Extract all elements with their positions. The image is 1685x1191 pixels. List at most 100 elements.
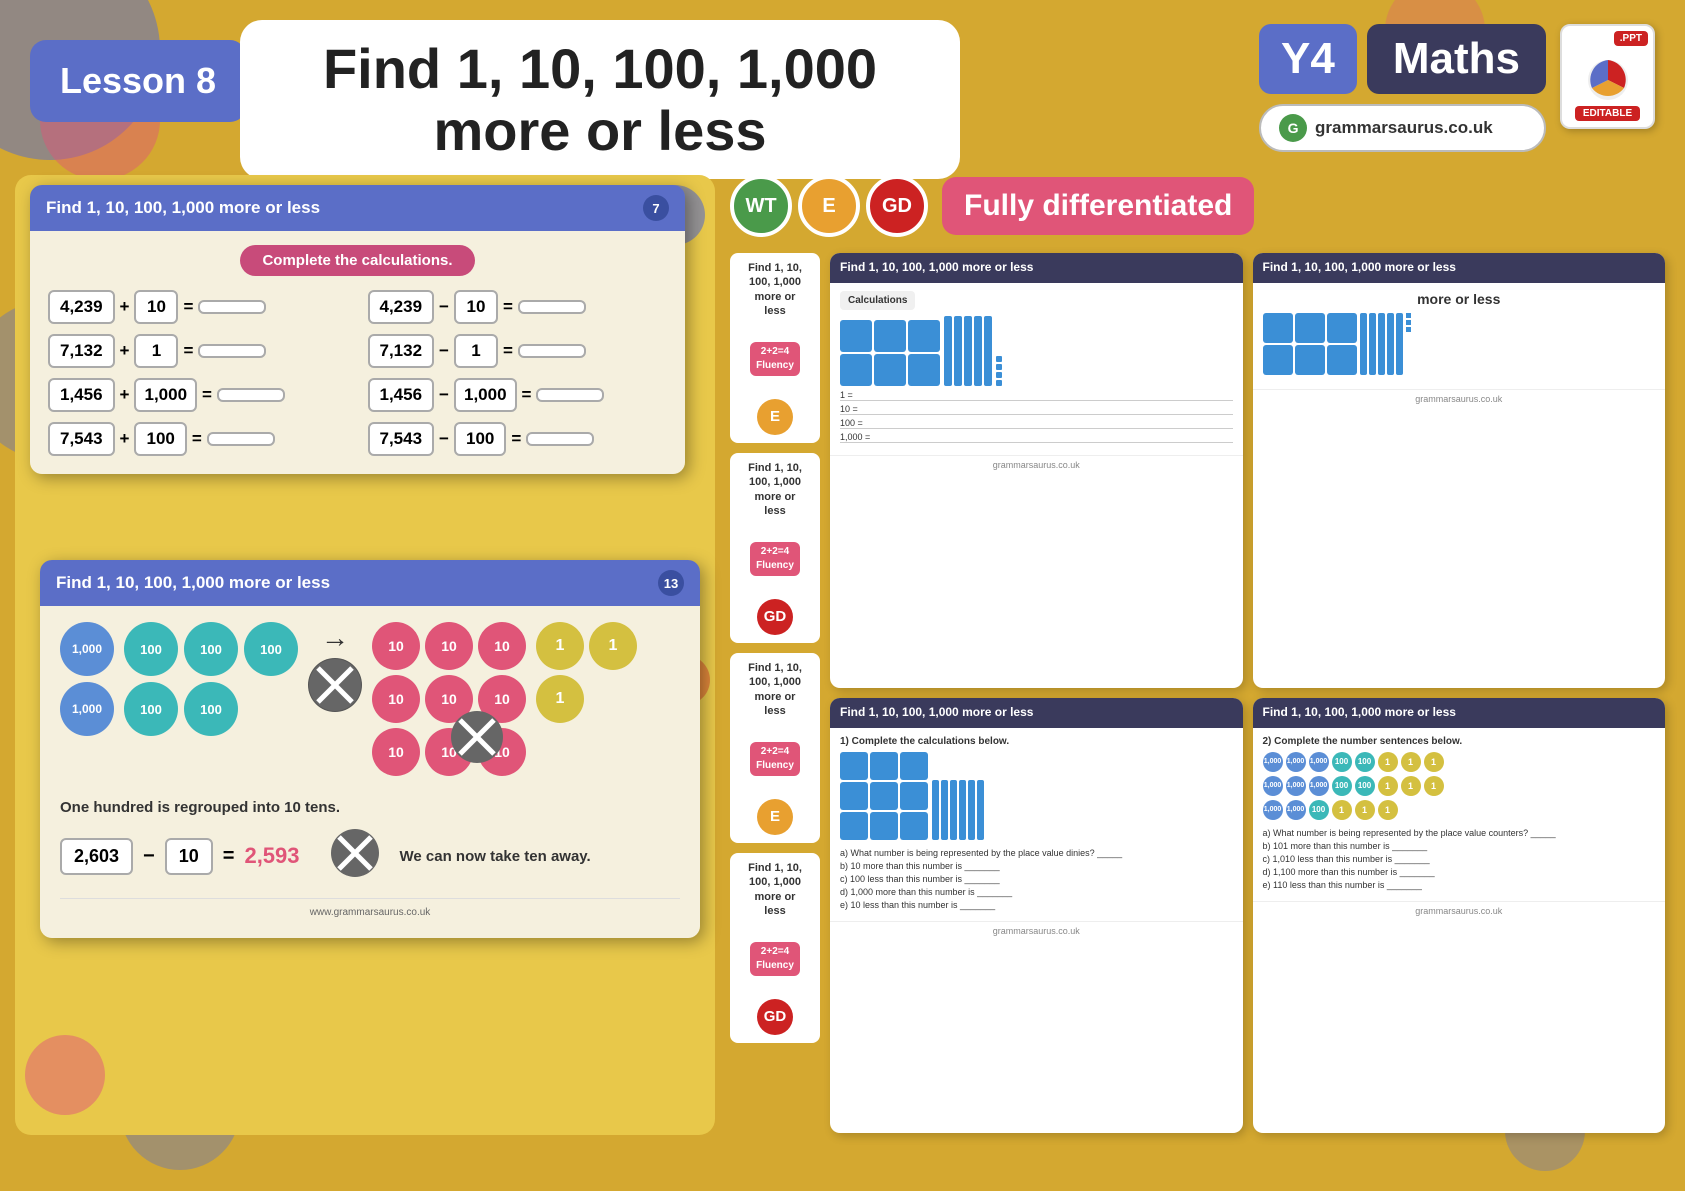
ws3-heading: more or less xyxy=(1263,291,1656,307)
regrouped-text: One hundred is regrouped into 10 tens. xyxy=(60,799,680,816)
year-maths-row: Y4 Maths xyxy=(1259,24,1546,94)
rod5 xyxy=(984,316,992,386)
editable-label: EDITABLE xyxy=(1583,108,1632,119)
ws-card-3-header: Find 1, 10, 100, 1,000 more or less xyxy=(1253,253,1666,283)
ws4-d5: 100 xyxy=(1355,776,1375,796)
cr3r-num: 1,000 xyxy=(454,378,517,412)
bc-val2: 10 xyxy=(165,838,213,875)
ws3-rods xyxy=(1360,313,1403,375)
ppt-tag-text: .PPT xyxy=(1620,33,1642,44)
cr4l-num: 100 xyxy=(134,422,186,456)
ws2-rod4 xyxy=(959,780,966,840)
ws-card-3: Find 1, 10, 100, 1,000 more or less more… xyxy=(1253,253,1666,688)
ws2-rods xyxy=(932,780,984,840)
cr4r-num: 100 xyxy=(454,422,506,456)
take-away-text: We can now take ten away. xyxy=(400,848,591,865)
ws4-q-e: e) 110 less than this number is _______ xyxy=(1263,880,1656,890)
ws-line-1: 1 = xyxy=(840,390,1233,401)
cr1r-num: 10 xyxy=(454,290,498,324)
circle-100-1: 100 xyxy=(124,622,178,676)
ws4-c7: 1 xyxy=(1401,752,1421,772)
ws4-q-b: b) 101 more than this number is _______ xyxy=(1263,841,1656,851)
fully-diff-badge: Fully differentiated xyxy=(942,177,1254,235)
yellow-circles: 1 1 1 xyxy=(536,622,637,723)
bc-result: 2,593 xyxy=(244,843,299,869)
title-text: Find 1, 10, 100, 1,000 more or less xyxy=(280,38,920,161)
ws2-rod1 xyxy=(932,780,939,840)
year-label: Y4 xyxy=(1281,34,1335,83)
slide-1-num-text: 7 xyxy=(652,201,659,216)
slide-2-number: 13 xyxy=(658,570,684,596)
cr1l-eq: = xyxy=(183,297,193,317)
calc-row-4-right: 7,543 − 100 = xyxy=(368,422,668,456)
ppt-tag: .PPT xyxy=(1614,31,1648,46)
bc-result-text: 2,593 xyxy=(244,843,299,868)
ws4-e6: 1 xyxy=(1378,800,1398,820)
circle-1000-1: 1,000 xyxy=(60,622,114,676)
maths-badge: Maths xyxy=(1367,24,1546,94)
slide-deco-2 xyxy=(25,1035,105,1115)
ws-card-2-questions: a) What number is being represented by t… xyxy=(840,848,1233,910)
ws-units xyxy=(996,356,1002,386)
ws4-d7: 1 xyxy=(1401,776,1421,796)
ws-label-3: Find 1, 10,100, 1,000more orless 2+2=4Fl… xyxy=(730,653,820,843)
cr3l-val: 1,456 xyxy=(48,378,115,412)
slide-2-footer: www.grammarsaurus.co.uk xyxy=(60,898,680,918)
lesson-label: Lesson 8 xyxy=(60,60,216,101)
calc-row-2-left: 7,132 + 1 = xyxy=(48,334,348,368)
circle-10-3: 10 xyxy=(478,622,526,670)
title-line1: Find 1, 10, 100, 1,000 xyxy=(323,37,877,100)
circle-10-2: 10 xyxy=(425,622,473,670)
calc-row-2-right: 7,132 − 1 = xyxy=(368,334,668,368)
cr4r-eq: = xyxy=(511,429,521,449)
cr2l-op: + xyxy=(120,341,130,361)
cr3r-ans xyxy=(536,388,604,402)
ws2-bc-row3 xyxy=(840,812,928,840)
ws-card-4-header: Find 1, 10, 100, 1,000 more or less xyxy=(1253,698,1666,728)
take-away-content: We can now take ten away. xyxy=(400,848,591,865)
teal-row-1: 100 100 100 xyxy=(124,622,298,676)
ws-card-2-instruction: 1) Complete the calculations below. xyxy=(840,736,1233,747)
fully-diff-text: Fully differentiated xyxy=(964,189,1232,222)
ws4-c2: 1,000 xyxy=(1286,752,1306,772)
slide-2-title: Find 1, 10, 100, 1,000 more or less xyxy=(56,573,330,593)
ws3-cubes xyxy=(1263,313,1656,375)
ws4-e2: 1,000 xyxy=(1286,800,1306,820)
circle-10-1: 10 xyxy=(372,622,420,670)
big-cube-row-1 xyxy=(840,320,940,352)
ws-card-3-footer: grammarsaurus.co.uk xyxy=(1253,389,1666,410)
ppt-file-wrap: .PPT EDITABLE xyxy=(1560,24,1655,129)
cross-inline-svg xyxy=(330,828,380,878)
crossed-circle xyxy=(308,658,362,712)
maths-label: Maths xyxy=(1393,34,1520,83)
right-header: Y4 Maths G grammarsaurus.co.uk .PPT xyxy=(1259,24,1655,152)
ws3-bc-r1 xyxy=(1263,313,1357,343)
ppt-file-box: .PPT EDITABLE xyxy=(1560,24,1655,129)
ws4-counter-row-2: 1,000 1,000 1,000 100 100 1 1 1 xyxy=(1263,776,1656,796)
ws4-c6: 1 xyxy=(1378,752,1398,772)
ws4-d1: 1,000 xyxy=(1263,776,1283,796)
crossed-x-inline xyxy=(330,828,380,884)
cr1l-op: + xyxy=(120,297,130,317)
ws2-rod3 xyxy=(950,780,957,840)
calc-row-1-left: 4,239 + 10 = xyxy=(48,290,348,324)
cr1r-val: 4,239 xyxy=(368,290,435,324)
ws4-counter-row-1: 1,000 1,000 1,000 100 100 1 1 1 xyxy=(1263,752,1656,772)
ws3-r2 xyxy=(1369,313,1376,375)
ws-cubes-row xyxy=(840,316,1233,386)
right-panel: WT E GD Fully differentiated Find 1, 10,… xyxy=(730,175,1665,1171)
ws-line-2: 10 = xyxy=(840,404,1233,415)
grammar-badge: G grammarsaurus.co.uk xyxy=(1259,104,1546,152)
worksheets-area: Find 1, 10,100, 1,000more orless 2+2=4Fl… xyxy=(730,253,1665,1133)
regrouped-text-content: One hundred is regrouped into 10 tens. xyxy=(60,799,340,816)
ws4-counter-row-3: 1,000 1,000 100 1 1 1 xyxy=(1263,800,1656,820)
complete-btn: Complete the calculations. xyxy=(240,245,474,276)
u3 xyxy=(996,372,1002,378)
bc-val2-text: 10 xyxy=(179,846,199,866)
bc2 xyxy=(874,320,906,352)
ws3-u1 xyxy=(1406,313,1411,318)
ws2-bc7 xyxy=(840,812,868,840)
ws2-bc8 xyxy=(870,812,898,840)
ws-label-col: Find 1, 10,100, 1,000more orless 2+2=4Fl… xyxy=(730,253,820,1133)
ws-fluency-badge-1: 2+2=4Fluency xyxy=(750,342,800,376)
